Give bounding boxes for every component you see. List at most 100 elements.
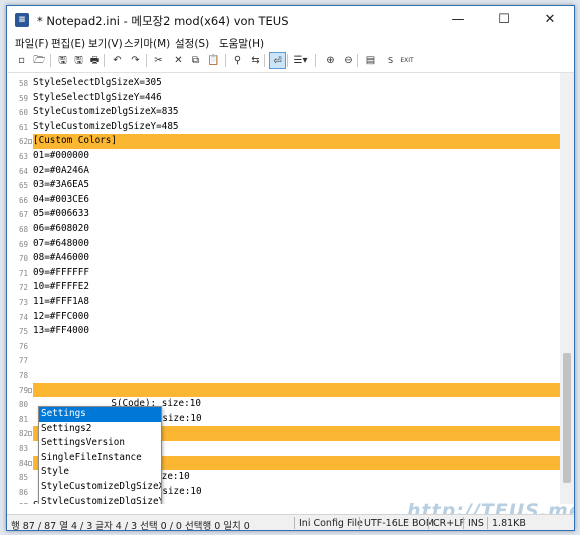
code-line[interactable]: StyleSelectDlgSizeY=446 [33,91,564,106]
line-number: 61 [18,122,28,132]
vertical-scrollbar[interactable] [560,73,574,504]
line-number: 75 [18,327,28,337]
fold-marker-icon[interactable] [28,139,32,145]
title-bar[interactable]: ≡ * Notepad2.ini - 메모장2 mod(x64) von TEU… [7,6,574,34]
line-number: 81 [18,414,28,424]
code-line[interactable]: 13=#FF4000 [33,324,564,339]
fold-marker-icon[interactable] [28,460,32,466]
line-number: 77 [18,356,28,366]
cut-icon[interactable]: ✂ [150,52,167,69]
code-line[interactable] [33,382,564,398]
delete-icon[interactable]: ✕ [170,52,187,69]
line-number: 63 [18,152,28,161]
indent-icon[interactable]: ☰▾ [292,52,309,69]
line-number: 72 [18,283,28,293]
line-number: 60 [18,108,28,118]
status-scheme[interactable]: Ini Config File [299,518,363,529]
code-line[interactable]: 11=#FFF1A8 [33,295,564,310]
line-number: 79 [18,385,28,395]
code-line[interactable]: 07=#648000 [33,237,564,252]
menu-item-1[interactable]: 편집(E) [51,36,85,51]
line-number-gutter: 58 59 60 61 62 63 64 65 66 67 68 69 70 71 72 73 74 75 76 77… [8,73,32,504]
code-line[interactable]: 10=#FFFFE2 [33,280,564,295]
maximize-button[interactable]: ☐ [481,6,527,34]
fold-marker-icon[interactable] [28,387,32,393]
code-line[interactable]: [Custom Colors] [33,134,564,149]
code-line[interactable]: 03=#3A6EA5 [33,178,564,193]
autocomplete-item[interactable]: Settings [39,407,161,422]
save-as-icon[interactable]: 🖫 [70,52,87,69]
open-icon[interactable]: 🗁 [31,52,48,69]
scrollbar-thumb[interactable] [563,353,571,483]
editor-area[interactable]: 58 59 60 61 62 63 64 65 66 67 68 69 70 71 72 73 74 75 76 77… [8,72,574,504]
status-file-size: 1.81KB [492,518,526,529]
code-line[interactable] [33,339,564,354]
menu-bar: 파일(F) 편집(E) 보기(V) 스키마(M) 설정(S) 도움말(H) [7,34,574,51]
line-number: 67 [18,210,28,220]
line-number: 76 [18,341,28,351]
zoom-in-icon[interactable]: ⊕ [322,52,339,69]
autocomplete-popup[interactable]: Settings Settings2 SettingsVersion SingleFi… [38,406,162,504]
line-number: 69 [18,239,28,249]
save-icon[interactable]: 🖫 [54,52,71,69]
autocomplete-item[interactable]: Style [39,465,161,480]
line-number: 85 [18,473,28,483]
toolbar-separator [104,54,105,67]
status-ins-mode[interactable]: INS [468,518,484,529]
toolbar: ▫ 🗁 🖫 🖫 🖶 ↶ ↷ ✂ ✕ ⧉ 📋 ⚲ ⇆ ⏎ ☰▾ ⊕ ⊖ ▤ S EXIT [7,51,574,71]
app-icon[interactable]: ≡ [15,13,29,27]
code-line[interactable]: 04=#003CE6 [33,193,564,208]
toolbar-separator [264,54,265,67]
zoom-out-icon[interactable]: ⊖ [340,52,357,69]
autocomplete-item[interactable]: SettingsVersion [39,436,161,451]
print-icon[interactable]: 🖶 [86,52,103,69]
line-number: 84 [18,458,28,468]
new-icon[interactable]: ▫ [13,52,30,69]
code-line[interactable]: StyleSelectDlgSizeX=305 [33,76,564,91]
redo-icon[interactable]: ↷ [127,52,144,69]
line-number: 70 [18,254,28,264]
line-number: 80 [18,400,28,410]
autocomplete-item[interactable]: SingleFileInstance [39,451,161,466]
menu-item-3[interactable]: 스키마(M) [124,36,170,51]
menu-item-4[interactable]: 설정(S) [175,36,209,51]
find-icon[interactable]: ⚲ [229,52,246,69]
line-number: 65 [18,181,28,191]
toolbar-separator [315,54,316,67]
autocomplete-item[interactable]: StyleCustomizeDlgSizeX [39,480,161,495]
line-number: 86 [18,487,28,497]
paste-icon[interactable]: 📋 [205,52,222,69]
autocomplete-item[interactable]: StyleCustomizeDlgSizeY [39,495,161,504]
menu-item-0[interactable]: 파일(F) [15,36,49,51]
line-number: 66 [18,195,28,205]
status-encoding[interactable]: UTF-16LE BOM [364,518,434,529]
status-eol[interactable]: CR+LF [433,518,465,529]
code-line[interactable]: 12=#FFC000 [33,310,564,325]
line-number: 82 [18,429,28,439]
code-line[interactable]: 06=#608020 [33,222,564,237]
exit-icon[interactable]: EXIT [397,52,417,69]
undo-icon[interactable]: ↶ [109,52,126,69]
autocomplete-item[interactable]: Settings2 [39,422,161,437]
copy-icon[interactable]: ⧉ [187,52,204,69]
line-number: 58 [18,79,28,88]
code-line[interactable]: 09=#FFFFFF [33,266,564,281]
replace-icon[interactable]: ⇆ [247,52,264,69]
minimize-button[interactable]: — [435,6,481,34]
menu-item-5[interactable]: 도움말(H) [219,36,264,51]
menu-item-2[interactable]: 보기(V) [88,36,123,51]
line-number: 62 [18,137,28,147]
code-line[interactable]: 01=#000000 [33,149,564,164]
code-line[interactable] [33,353,564,368]
code-line[interactable]: 05=#006633 [33,207,564,222]
code-line[interactable]: 02=#0A246A [33,164,564,179]
scheme-icon[interactable]: ▤ [362,52,379,69]
code-line[interactable] [33,368,564,383]
window-title: * Notepad2.ini - 메모장2 mod(x64) von TEUS [37,14,289,28]
close-button[interactable]: ✕ [527,6,573,34]
fold-marker-icon[interactable] [28,431,32,437]
code-line[interactable]: 08=#A46000 [33,251,564,266]
word-wrap-icon[interactable]: ⏎ [269,52,286,69]
code-line[interactable]: StyleCustomizeDlgSizeX=835 [33,105,564,120]
code-line[interactable]: StyleCustomizeDlgSizeY=485 [33,120,564,135]
